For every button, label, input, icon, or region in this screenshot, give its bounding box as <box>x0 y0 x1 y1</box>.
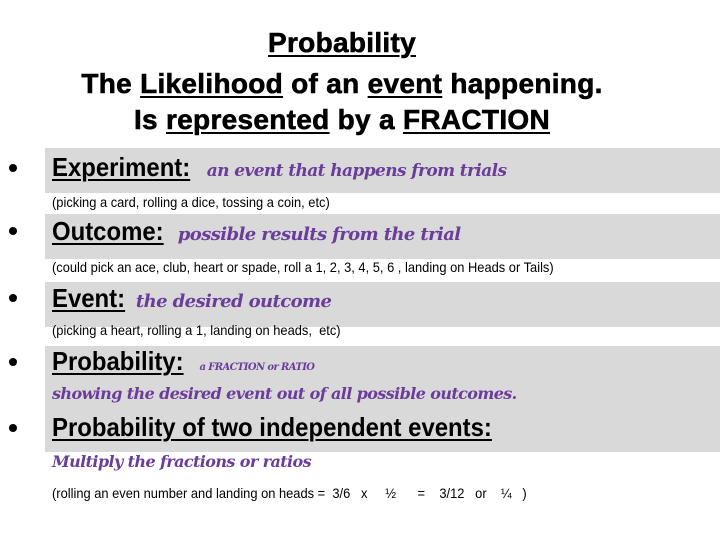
bullet-icon <box>9 424 17 432</box>
subtitle-text: Is <box>133 104 166 136</box>
bullet-icon <box>9 358 17 366</box>
list-item-independent-events: Probability of two independent events: <box>52 412 530 443</box>
title-probability: Probability <box>268 27 416 59</box>
definition-event: the desired outcome <box>135 291 332 312</box>
subtitle-line-1: The Likelihood of an event happening. <box>0 67 684 101</box>
definition-probability-line-2: showing the desired event out of all pos… <box>52 384 517 403</box>
bullet-icon <box>9 227 17 235</box>
term-outcome: Outcome: <box>52 216 164 246</box>
subtitle-text: happening. <box>442 68 603 100</box>
subtitle-underlined-fraction: FRACTION <box>402 104 551 136</box>
definition-experiment: an event that happens from trials <box>206 161 507 181</box>
example-outcome: (could pick an ace, club, heart or spade… <box>52 259 554 275</box>
subtitle-text: of an <box>283 68 368 100</box>
list-item-outcome: Outcome: possible results from the trial <box>52 216 461 247</box>
example-independent-events: (rolling an even number and landing on h… <box>52 485 527 501</box>
definition-probability: a FRACTION or RATIO <box>199 362 315 373</box>
example-experiment: (picking a card, rolling a dice, tossing… <box>52 194 330 210</box>
subtitle-text: by a <box>329 104 403 136</box>
term-probability: Probability: <box>52 346 184 376</box>
subtitle-underlined-likelihood: Likelihood <box>140 68 284 100</box>
subtitle-underlined-event: event <box>367 68 443 100</box>
list-item-event: Event: the desired outcome <box>52 283 332 314</box>
list-item-probability: Probability: a FRACTION or RATIO <box>52 346 315 377</box>
term-independent-events: Probability of two independent events: <box>52 412 492 442</box>
subtitle-text: The <box>81 68 141 100</box>
term-event: Event: <box>52 283 126 313</box>
term-experiment: Experiment: <box>52 152 191 182</box>
definition-outcome: possible results from the trial <box>177 224 461 245</box>
example-event: (picking a heart, rolling a 1, landing o… <box>52 322 341 338</box>
definition-independent-events: Multiply the fractions or ratios <box>52 452 312 471</box>
subtitle-line-2: Is represented by a FRACTION <box>0 103 684 137</box>
bullet-icon <box>9 164 17 172</box>
bullet-icon <box>9 294 17 302</box>
slide-title: Probability <box>0 26 684 60</box>
subtitle-underlined-represented: represented <box>165 104 330 136</box>
list-item-experiment: Experiment: an event that happens from t… <box>52 152 507 183</box>
